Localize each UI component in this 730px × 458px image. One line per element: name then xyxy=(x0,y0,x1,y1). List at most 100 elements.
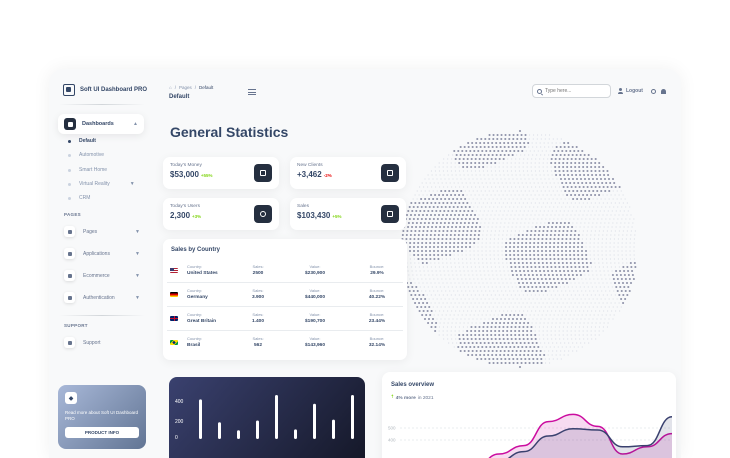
bar xyxy=(332,419,335,439)
card-title: Sales by Country xyxy=(171,247,221,253)
area-chart: 500 400 xyxy=(388,413,673,458)
table-row: Country: Great Britain Sales: 1.400 Value:… xyxy=(163,307,407,331)
sidebar-item-pages[interactable]: Pages ▼ xyxy=(64,226,144,237)
stat-value: +3,462 xyxy=(297,170,322,179)
basket-icon xyxy=(64,270,75,281)
sidebar-subitem-label: Virtual Reality xyxy=(79,181,110,187)
stat-change: +5% xyxy=(332,214,342,219)
country-name: Brasil xyxy=(187,343,201,348)
logout-link[interactable]: Logout xyxy=(618,88,643,94)
office-icon xyxy=(64,226,75,237)
globe-illustration xyxy=(401,129,637,369)
bullet-icon xyxy=(68,196,71,200)
chevron-down-icon: ▼ xyxy=(135,228,140,235)
country-name: United States xyxy=(187,271,218,276)
chevron-down-icon: ▼ xyxy=(135,250,140,257)
sidebar-item-label: Applications xyxy=(83,250,110,257)
stat-change: +55% xyxy=(200,173,213,178)
logout-label: Logout xyxy=(626,88,643,94)
stat-value: $103,430 xyxy=(297,211,331,220)
breadcrumb-title: Default xyxy=(169,94,190,100)
sidebar-item-support[interactable]: Support xyxy=(64,337,144,348)
dashboard-window: Soft UI Dashboard PRO Dashboards ▲ Defau… xyxy=(49,69,681,458)
search-icon xyxy=(537,88,542,94)
breadcrumb-item[interactable]: Pages xyxy=(179,85,192,90)
breadcrumb: ⌂ / Pages / Default xyxy=(169,85,214,90)
bullet-icon xyxy=(68,168,71,172)
clipboard-icon xyxy=(381,164,399,182)
user-icon xyxy=(618,88,623,94)
promo-text: Read more about Soft UI Dashboard PRO xyxy=(65,410,139,422)
chevron-up-icon: ▲ xyxy=(133,121,138,127)
sidebar-subitem-label: Automotive xyxy=(79,152,105,158)
gear-icon[interactable] xyxy=(651,89,656,94)
stat-value: $53,000 xyxy=(170,170,199,179)
tools-icon xyxy=(64,248,75,259)
chevron-down-icon: ▼ xyxy=(135,294,140,301)
page-title: General Statistics xyxy=(170,124,289,140)
bar xyxy=(351,395,354,439)
chevron-down-icon: ▼ xyxy=(129,181,135,187)
bell-icon[interactable] xyxy=(661,89,666,94)
globe-dots xyxy=(401,129,637,369)
flag-de-icon xyxy=(170,292,178,297)
sidebar-item-ecommerce[interactable]: Ecommerce ▼ xyxy=(64,270,144,281)
sidebar-subitem-label: Default xyxy=(79,138,96,144)
divider xyxy=(59,315,145,316)
section-support: SUPPORT xyxy=(64,323,88,328)
sidebar-subitem-default[interactable]: Default xyxy=(68,138,96,144)
bar xyxy=(294,429,297,439)
sidebar-subitem-label: Smart Home xyxy=(79,167,108,173)
bullet-icon xyxy=(68,153,71,157)
sales-by-country-card: Sales by Country Country: United States S… xyxy=(163,239,407,360)
product-info-button[interactable]: PRODUCT INFO xyxy=(65,427,139,439)
y-tick-label: 400 xyxy=(388,438,396,443)
stat-change: -2% xyxy=(323,173,332,178)
flag-gb-icon xyxy=(170,316,178,321)
chevron-down-icon: ▼ xyxy=(135,272,140,279)
sidebar-item-label: Pages xyxy=(83,228,98,235)
sidebar-item-label: Authentication xyxy=(83,294,115,301)
shop-icon xyxy=(64,118,76,130)
sidebar-item-label: Dashboards xyxy=(82,121,114,127)
brand-name: Soft UI Dashboard PRO xyxy=(80,87,148,93)
divider xyxy=(59,104,145,105)
globe-icon xyxy=(254,205,272,223)
stat-card-clients: New Clients +3,462 -2% xyxy=(290,157,406,189)
bar-chart-card: 400 200 0 xyxy=(169,377,365,458)
support-icon xyxy=(64,337,75,348)
stat-card-sales: Sales $103,430 +5% xyxy=(290,198,406,230)
section-pages: PAGES xyxy=(64,212,81,217)
search-box[interactable] xyxy=(532,84,611,98)
bar xyxy=(199,399,202,439)
document-icon xyxy=(64,292,75,303)
sidebar-item-applications[interactable]: Applications ▼ xyxy=(64,248,144,259)
bar xyxy=(313,403,316,439)
search-input[interactable] xyxy=(545,88,605,94)
brand-logo-icon xyxy=(63,84,75,96)
home-icon[interactable]: ⌂ xyxy=(169,85,172,90)
bar xyxy=(275,395,278,439)
cart-icon xyxy=(381,205,399,223)
sidebar-item-label: Ecommerce xyxy=(83,272,110,279)
breadcrumb-current: Default xyxy=(199,85,214,90)
sidebar-subitem-virtual-reality[interactable]: Virtual Reality ▼ xyxy=(68,181,141,187)
bar-chart xyxy=(199,395,354,439)
sidebar-subitem-automotive[interactable]: Automotive xyxy=(68,152,104,158)
sidebar-subitem-smart-home[interactable]: Smart Home xyxy=(68,167,107,173)
bullet-icon xyxy=(68,182,71,186)
menu-toggle-icon[interactable] xyxy=(248,89,256,95)
sidebar-item-authentication[interactable]: Authentication ▼ xyxy=(64,292,144,303)
country-name: Germany xyxy=(187,295,208,300)
stat-card-users: Today's Users 2,300 +3% xyxy=(163,198,279,230)
diamond-icon: ◆ xyxy=(65,392,77,404)
sidebar-item-dashboards[interactable]: Dashboards ▲ xyxy=(58,114,144,134)
table-row: Country: Germany Sales: 3.900 Value: $440,0… xyxy=(163,283,407,307)
brand[interactable]: Soft UI Dashboard PRO xyxy=(63,84,147,96)
bullet-icon xyxy=(68,139,71,143)
sidebar-subitem-label: CRM xyxy=(79,195,91,201)
table-row: Country: Brasil Sales: 562 Value: $143,960 … xyxy=(163,331,407,355)
wallet-icon xyxy=(254,164,272,182)
flag-us-icon xyxy=(170,268,178,273)
sidebar-subitem-crm[interactable]: CRM xyxy=(68,195,90,201)
